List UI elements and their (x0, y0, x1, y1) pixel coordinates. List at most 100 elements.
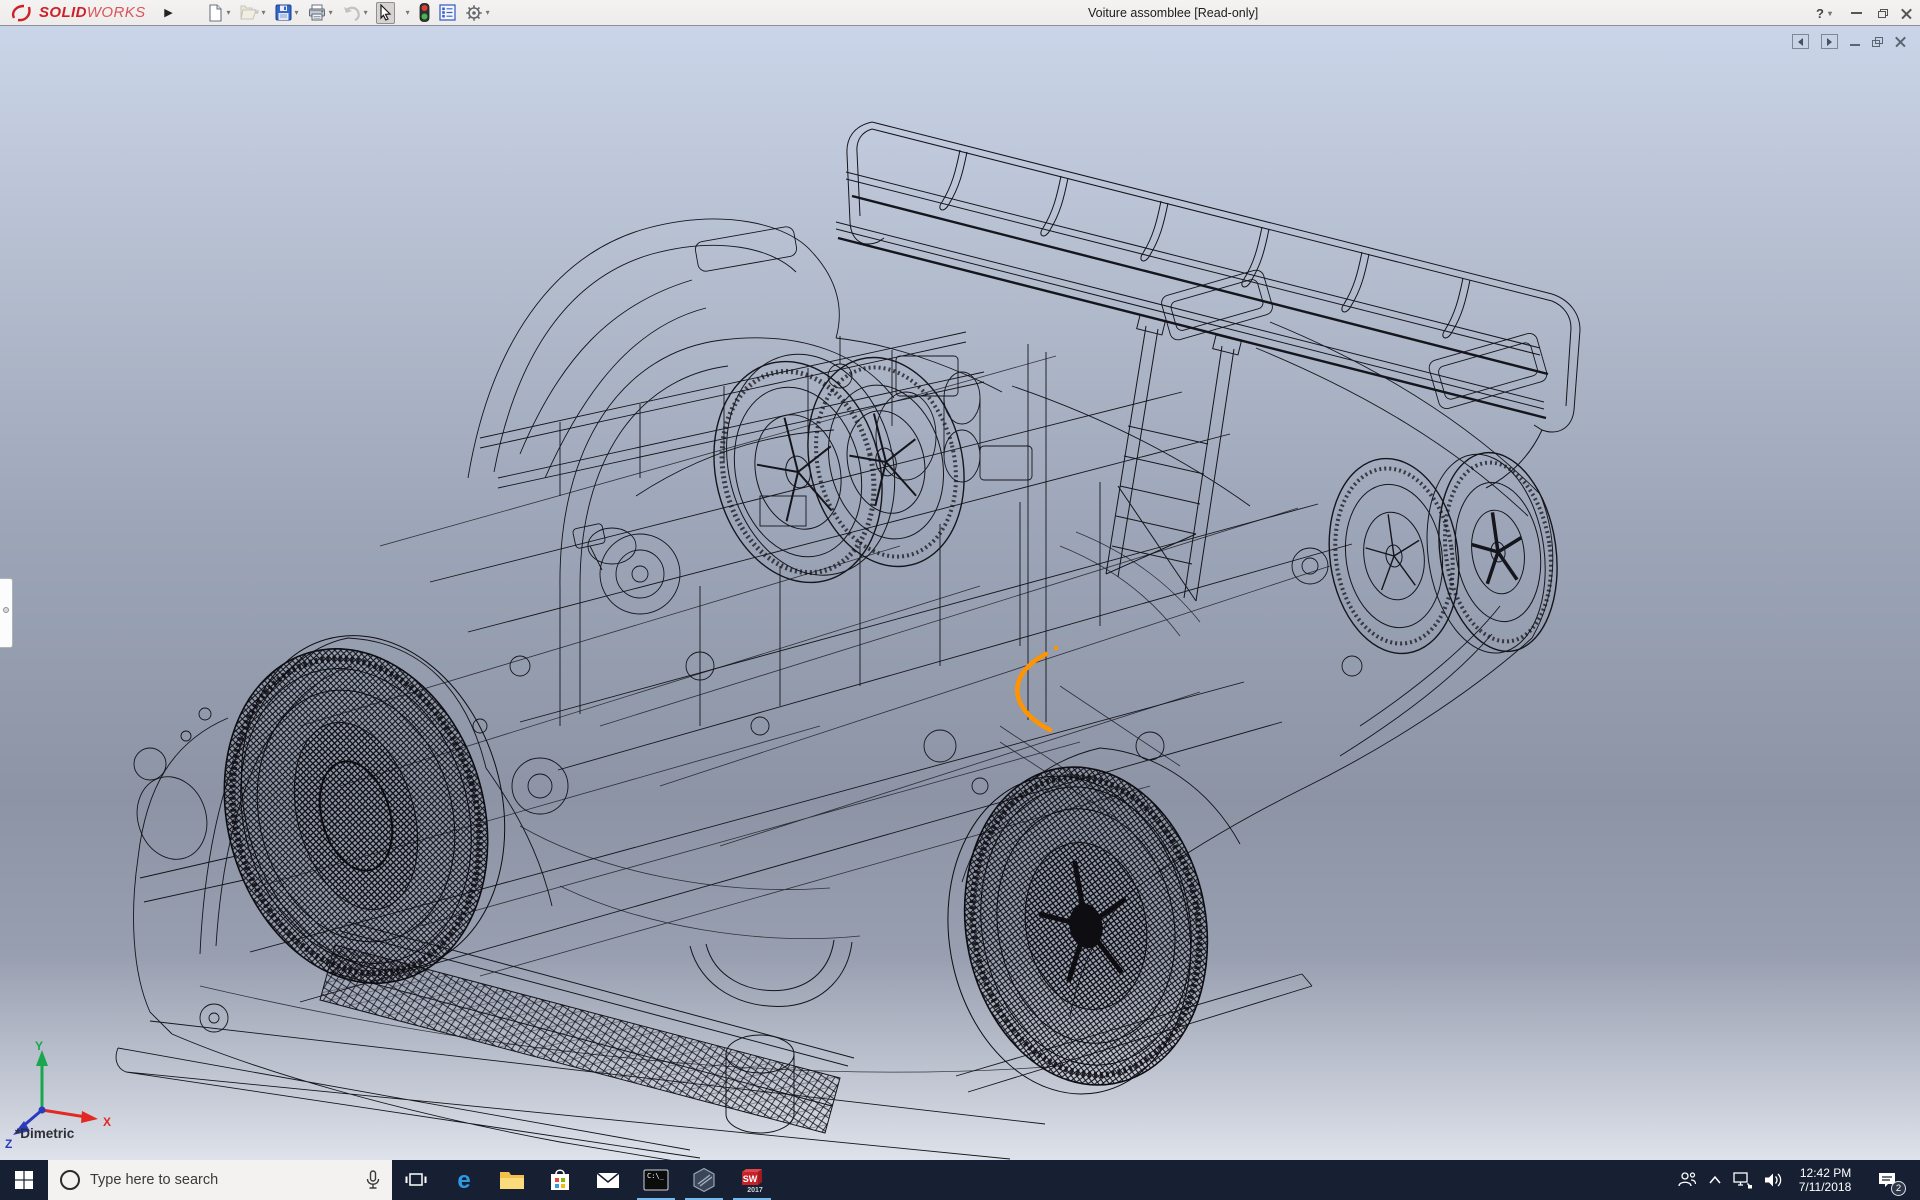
help-button[interactable]: ?▾ (1816, 0, 1832, 26)
select-dropdown[interactable]: ▾ (402, 2, 411, 24)
print-icon (308, 4, 326, 21)
right-side-wheels[interactable] (1317, 445, 1569, 662)
save-icon (275, 4, 292, 21)
select-button[interactable] (376, 2, 395, 24)
doc-close-button[interactable] (1895, 36, 1906, 47)
tray-date: 7/11/2018 (1799, 1180, 1852, 1194)
titlebar: SOLIDWORKS ▶ ▾ ▾ (0, 0, 1920, 26)
store-icon (548, 1167, 572, 1193)
hidden-icons-button[interactable] (1702, 1160, 1728, 1200)
volume-button[interactable] (1758, 1160, 1788, 1200)
new-dropdown[interactable]: ▾ (227, 8, 231, 17)
mail-icon (595, 1169, 621, 1191)
new-document-button[interactable]: ▾ (206, 2, 232, 24)
people-icon (1677, 1171, 1697, 1189)
svg-text:2017: 2017 (747, 1187, 763, 1194)
previous-window-button[interactable] (1792, 34, 1809, 49)
rear-right-tire[interactable] (922, 748, 1233, 1114)
people-button[interactable] (1672, 1160, 1702, 1200)
task-view-icon (404, 1168, 428, 1192)
solidworks-logo: SOLIDWORKS (0, 3, 146, 23)
command-prompt-icon: C:\_ (643, 1168, 669, 1192)
triad-y-label: Y (35, 1040, 43, 1053)
task-view-button[interactable] (392, 1160, 440, 1200)
start-button[interactable] (0, 1160, 48, 1200)
front-left-tire[interactable] (184, 604, 545, 1015)
triad-z-label: Z (5, 1137, 12, 1151)
taskbar-command-prompt[interactable]: C:\_ (632, 1160, 680, 1200)
windows-logo-icon (15, 1171, 33, 1189)
cortana-icon (60, 1170, 80, 1190)
tray-time: 12:42 PM (1799, 1166, 1852, 1180)
open-icon (240, 5, 259, 21)
action-center-button[interactable]: 2 (1866, 1160, 1908, 1200)
windows-taskbar: e (0, 1160, 1920, 1200)
taskbar-mail[interactable] (584, 1160, 632, 1200)
minimize-button[interactable] (1851, 0, 1862, 26)
search-input[interactable] (90, 1172, 366, 1188)
next-window-button[interactable] (1821, 34, 1838, 49)
desktop: SOLIDWORKS ▶ ▾ ▾ (0, 0, 1920, 1200)
print-button[interactable]: ▾ (307, 2, 334, 24)
3d-viewer-hexagon-icon (691, 1167, 717, 1193)
print-dropdown[interactable]: ▾ (329, 8, 333, 17)
solidworks-logo-icon (10, 3, 34, 23)
open-dropdown[interactable]: ▾ (262, 8, 266, 17)
network-icon (1733, 1171, 1753, 1189)
doc-restore-button[interactable] (1872, 37, 1883, 47)
edge-icon: e (451, 1167, 477, 1193)
brand-text: SOLIDWORKS (39, 4, 146, 21)
options-button[interactable]: ▾ (464, 2, 491, 24)
quick-access-toolbar: ▾ ▾ ▾ (206, 2, 498, 24)
undo-dropdown[interactable]: ▾ (364, 8, 368, 17)
restore-button[interactable] (1878, 0, 1888, 26)
car-wireframe-model[interactable] (0, 26, 1920, 1160)
rebuild-traffic-light-icon (419, 3, 430, 22)
menu-expand-arrow[interactable]: ▶ (160, 6, 178, 19)
chevron-up-icon (1708, 1175, 1722, 1185)
graphics-viewport[interactable]: Y X Z *Dimetric (0, 26, 1920, 1160)
options-gear-icon (465, 4, 483, 22)
undo-icon (342, 5, 361, 21)
svg-text:C:\_: C:\_ (647, 1172, 665, 1180)
options-dropdown[interactable]: ▾ (486, 8, 490, 17)
taskbar-3d-viewer[interactable] (680, 1160, 728, 1200)
rebuild-button[interactable] (418, 2, 431, 24)
view-orientation-label: *Dimetric (15, 1126, 74, 1141)
select-cursor-icon (378, 4, 393, 21)
document-window-controls (1792, 34, 1906, 49)
speaker-icon (1763, 1171, 1783, 1189)
taskbar-file-explorer[interactable] (488, 1160, 536, 1200)
solidworks-2017-icon: SW 2017 (738, 1166, 766, 1194)
taskbar-search[interactable] (48, 1160, 392, 1200)
notification-badge: 2 (1891, 1181, 1906, 1196)
doc-minimize-button[interactable] (1850, 37, 1860, 46)
save-button[interactable]: ▾ (274, 2, 300, 24)
triad-x-label: X (103, 1115, 111, 1129)
taskbar-store[interactable] (536, 1160, 584, 1200)
network-button[interactable] (1728, 1160, 1758, 1200)
taskbar-solidworks[interactable]: SW 2017 (728, 1160, 776, 1200)
microphone-icon[interactable] (366, 1170, 380, 1190)
window-title: Voiture assomblee [Read-only] (1088, 0, 1258, 26)
left-rear-wheels[interactable] (690, 336, 985, 600)
clock[interactable]: 12:42 PM 7/11/2018 (1788, 1160, 1866, 1200)
open-button[interactable]: ▾ (239, 2, 267, 24)
rear-wing[interactable] (836, 122, 1580, 601)
undo-button[interactable]: ▾ (341, 2, 369, 24)
file-explorer-icon (499, 1169, 525, 1191)
panel-tab-dot (3, 607, 9, 613)
collapsed-panel-tab[interactable] (0, 578, 13, 648)
svg-text:SW: SW (743, 1174, 758, 1184)
save-dropdown[interactable]: ▾ (295, 8, 299, 17)
taskbar-apps: e (392, 1160, 776, 1200)
selection-endpoint (1054, 646, 1058, 650)
close-button[interactable] (1901, 0, 1912, 26)
system-tray: 12:42 PM 7/11/2018 2 (1672, 1160, 1920, 1200)
svg-text:e: e (457, 1167, 470, 1193)
new-document-icon (207, 4, 224, 22)
taskbar-edge[interactable]: e (440, 1160, 488, 1200)
file-properties-button[interactable] (438, 2, 457, 24)
selection-highlight-edge[interactable] (1017, 654, 1050, 730)
file-properties-icon (439, 4, 456, 21)
